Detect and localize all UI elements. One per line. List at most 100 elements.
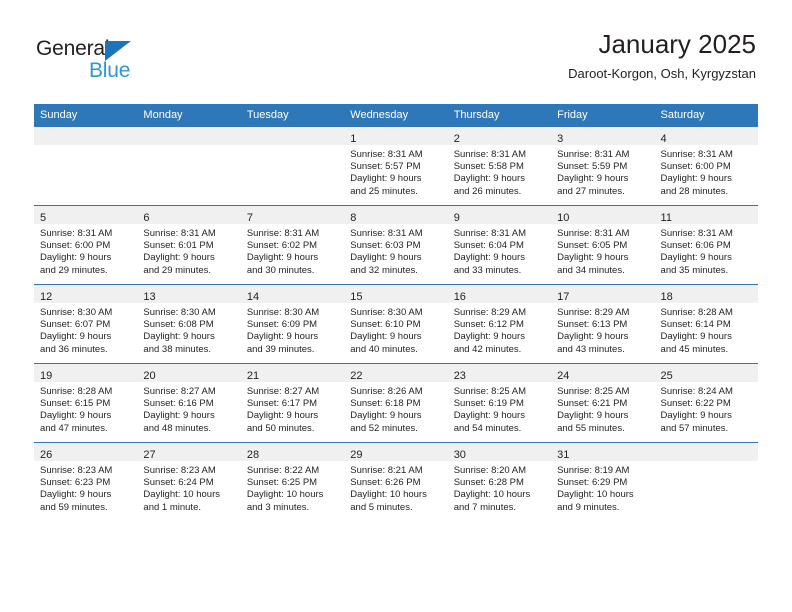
day-number-band [240, 127, 345, 145]
calendar-day-cell[interactable]: 15 Sunrise: 8:30 AM Sunset: 6:10 PM Dayligh… [344, 284, 448, 364]
calendar-day-cell[interactable]: 16 Sunrise: 8:29 AM Sunset: 6:12 PM Dayligh… [447, 284, 552, 364]
weekday-header-saturday: Saturday [654, 104, 758, 127]
sunrise-text: Sunrise: 8:30 AM [350, 307, 423, 318]
calendar-day-cell[interactable]: 11 Sunrise: 8:31 AM Sunset: 6:06 PM Dayligh… [654, 205, 758, 285]
day-number: 11 [660, 212, 672, 224]
page-header: General Blue January 2025 Daroot-Korgon,… [0, 0, 792, 100]
day-number: 9 [453, 212, 460, 224]
day-cell-inner: 7 Sunrise: 8:31 AM Sunset: 6:02 PM Daylight… [240, 206, 345, 284]
day-details: Sunrise: 8:31 AM Sunset: 6:06 PM Daylight:… [655, 224, 758, 277]
sunset-text: Sunset: 6:19 PM [453, 398, 524, 410]
sunset-text: Sunset: 6:21 PM [557, 398, 628, 410]
calendar-day-cell[interactable]: 7 Sunrise: 8:31 AM Sunset: 6:02 PM Daylight… [240, 205, 345, 285]
calendar-day-cell[interactable]: 31 Sunrise: 8:19 AM Sunset: 6:29 PM Dayligh… [551, 442, 655, 521]
day-cell-inner: 30 Sunrise: 8:20 AM Sunset: 6:28 PM Dayligh… [447, 443, 552, 521]
calendar-day-cell[interactable]: 4 Sunrise: 8:31 AM Sunset: 6:00 PM Daylight… [654, 127, 758, 206]
day-number-band: 25 [654, 364, 758, 382]
day-number: 22 [350, 370, 363, 382]
calendar-day-cell[interactable]: 26 Sunrise: 8:23 AM Sunset: 6:23 PM Dayligh… [34, 442, 138, 521]
daylight-text-line1: Daylight: 9 hours [660, 173, 732, 185]
calendar-day-cell[interactable]: 17 Sunrise: 8:29 AM Sunset: 6:13 PM Dayligh… [551, 284, 655, 364]
calendar-day-cell[interactable]: 22 Sunrise: 8:26 AM Sunset: 6:18 PM Dayligh… [344, 363, 448, 443]
daylight-text-line1: Daylight: 9 hours [246, 410, 319, 422]
sunset-text: Sunset: 6:25 PM [246, 477, 318, 489]
sunrise-text: Sunrise: 8:22 AM [246, 465, 320, 476]
daylight-text-line2: and 3 minutes. [246, 501, 310, 513]
day-cell-inner: 22 Sunrise: 8:26 AM Sunset: 6:18 PM Dayligh… [344, 364, 448, 442]
daylight-text-line1: Daylight: 9 hours [143, 331, 215, 343]
sunset-text: Sunset: 6:05 PM [557, 240, 628, 252]
day-number: 10 [557, 212, 570, 224]
calendar-day-cell[interactable]: 8 Sunrise: 8:31 AM Sunset: 6:03 PM Daylight… [344, 205, 448, 285]
general-blue-logo[interactable]: General Blue [36, 38, 156, 84]
sunset-text: Sunset: 6:24 PM [143, 477, 214, 489]
calendar-day-cell[interactable]: 12 Sunrise: 8:30 AM Sunset: 6:07 PM Dayligh… [34, 284, 138, 364]
sunset-text: Sunset: 6:03 PM [350, 240, 421, 252]
day-number-band: 23 [447, 364, 552, 382]
daylight-text-line1: Daylight: 9 hours [350, 410, 422, 422]
day-details: Sunrise: 8:31 AM Sunset: 6:03 PM Daylight:… [344, 224, 447, 277]
day-number: 5 [40, 212, 47, 224]
day-number-band: 7 [240, 206, 345, 224]
sunset-text: Sunset: 6:26 PM [350, 477, 421, 489]
calendar-week-row: 5 Sunrise: 8:31 AM Sunset: 6:00 PM Daylight… [34, 205, 758, 285]
calendar-day-cell[interactable]: 6 Sunrise: 8:31 AM Sunset: 6:01 PM Daylight… [137, 205, 241, 285]
day-details [655, 461, 758, 465]
sunset-text: Sunset: 6:28 PM [453, 477, 524, 489]
sunrise-text: Sunrise: 8:25 AM [453, 386, 527, 397]
sunset-text: Sunset: 6:10 PM [350, 319, 421, 331]
day-details: Sunrise: 8:31 AM Sunset: 5:59 PM Daylight:… [551, 145, 654, 198]
calendar-day-cell[interactable]: 27 Sunrise: 8:23 AM Sunset: 6:24 PM Dayligh… [137, 442, 241, 521]
calendar-day-cell[interactable]: 13 Sunrise: 8:30 AM Sunset: 6:08 PM Dayligh… [137, 284, 241, 364]
sunrise-text: Sunrise: 8:31 AM [350, 149, 423, 160]
calendar-day-cell[interactable]: 10 Sunrise: 8:31 AM Sunset: 6:05 PM Dayligh… [551, 205, 655, 285]
calendar-empty-cell [34, 127, 138, 206]
calendar-day-cell[interactable]: 3 Sunrise: 8:31 AM Sunset: 5:59 PM Daylight… [551, 127, 655, 206]
day-number: 3 [557, 133, 564, 145]
calendar-day-cell[interactable]: 19 Sunrise: 8:28 AM Sunset: 6:15 PM Dayligh… [34, 363, 138, 443]
day-details: Sunrise: 8:25 AM Sunset: 6:21 PM Daylight:… [551, 382, 654, 435]
calendar-day-cell[interactable]: 9 Sunrise: 8:31 AM Sunset: 6:04 PM Daylight… [447, 205, 552, 285]
day-number-band: 13 [137, 285, 241, 303]
calendar-day-cell[interactable]: 5 Sunrise: 8:31 AM Sunset: 6:00 PM Daylight… [34, 205, 138, 285]
day-cell-inner: 4 Sunrise: 8:31 AM Sunset: 6:00 PM Daylight… [654, 127, 758, 205]
sunrise-text: Sunrise: 8:28 AM [40, 386, 113, 397]
calendar-day-cell[interactable]: 14 Sunrise: 8:30 AM Sunset: 6:09 PM Dayligh… [240, 284, 345, 364]
daylight-text-line1: Daylight: 10 hours [246, 489, 324, 501]
day-cell-inner [137, 127, 241, 205]
calendar-day-cell[interactable]: 29 Sunrise: 8:21 AM Sunset: 6:26 PM Dayligh… [344, 442, 448, 521]
day-details [34, 145, 137, 149]
calendar-day-cell[interactable]: 1 Sunrise: 8:31 AM Sunset: 5:57 PM Daylight… [344, 127, 448, 206]
daylight-text-line2: and 1 minute. [143, 501, 201, 513]
calendar-day-cell[interactable]: 23 Sunrise: 8:25 AM Sunset: 6:19 PM Dayligh… [447, 363, 552, 443]
day-number-band: 4 [654, 127, 758, 145]
calendar-day-cell[interactable]: 18 Sunrise: 8:28 AM Sunset: 6:14 PM Dayligh… [654, 284, 758, 364]
daylight-text-line2: and 32 minutes. [350, 264, 418, 276]
day-details: Sunrise: 8:29 AM Sunset: 6:13 PM Daylight:… [551, 303, 654, 356]
calendar-day-cell[interactable]: 21 Sunrise: 8:27 AM Sunset: 6:17 PM Dayligh… [240, 363, 345, 443]
day-details [241, 145, 344, 149]
calendar-day-cell[interactable]: 28 Sunrise: 8:22 AM Sunset: 6:25 PM Dayligh… [240, 442, 345, 521]
daylight-text-line2: and 7 minutes. [453, 501, 517, 513]
sunset-text: Sunset: 6:09 PM [246, 319, 318, 331]
calendar-day-cell[interactable]: 25 Sunrise: 8:24 AM Sunset: 6:22 PM Dayligh… [654, 363, 758, 443]
calendar-day-cell[interactable]: 24 Sunrise: 8:25 AM Sunset: 6:21 PM Dayligh… [551, 363, 655, 443]
day-cell-inner: 20 Sunrise: 8:27 AM Sunset: 6:16 PM Dayligh… [137, 364, 241, 442]
logo-text-general: General [36, 37, 110, 60]
day-details: Sunrise: 8:31 AM Sunset: 6:04 PM Daylight:… [448, 224, 551, 277]
calendar-empty-cell [240, 127, 345, 206]
day-details: Sunrise: 8:23 AM Sunset: 6:24 PM Daylight:… [137, 461, 240, 514]
day-number-band: 11 [654, 206, 758, 224]
calendar-day-cell[interactable]: 20 Sunrise: 8:27 AM Sunset: 6:16 PM Dayligh… [137, 363, 241, 443]
calendar-table: Sunday Monday Tuesday Wednesday Thursday… [34, 104, 758, 521]
day-cell-inner: 25 Sunrise: 8:24 AM Sunset: 6:22 PM Dayligh… [654, 364, 758, 442]
day-number: 18 [660, 291, 673, 303]
calendar-day-cell[interactable]: 2 Sunrise: 8:31 AM Sunset: 5:58 PM Daylight… [447, 127, 552, 206]
calendar-day-cell[interactable]: 30 Sunrise: 8:20 AM Sunset: 6:28 PM Dayligh… [447, 442, 552, 521]
daylight-text-line1: Daylight: 9 hours [660, 410, 732, 422]
weekday-header-wednesday: Wednesday [344, 104, 448, 127]
daylight-text-line1: Daylight: 9 hours [557, 173, 629, 185]
sunrise-text: Sunrise: 8:27 AM [143, 386, 216, 397]
daylight-text-line2: and 38 minutes. [143, 343, 212, 355]
daylight-text-line2: and 29 minutes. [143, 264, 212, 276]
